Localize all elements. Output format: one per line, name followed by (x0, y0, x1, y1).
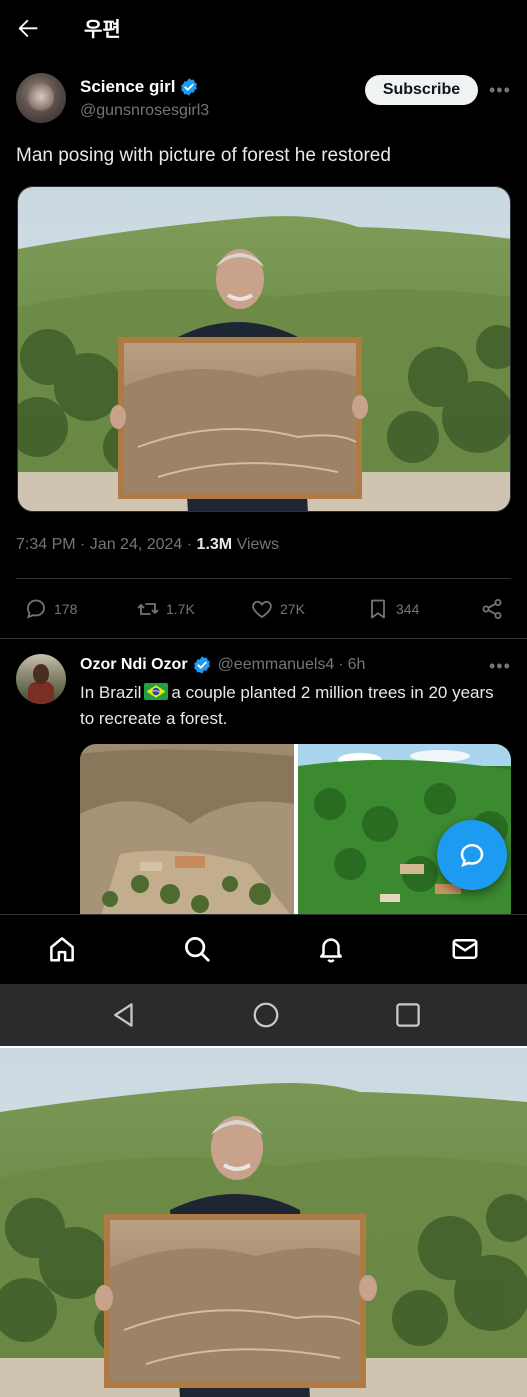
page-title: 우편 (84, 19, 121, 41)
views-label: Views (232, 536, 279, 553)
share-button[interactable] (480, 590, 504, 628)
like-count: 27K (280, 601, 305, 617)
forest-photo-image (18, 187, 510, 511)
recents-square-icon[interactable] (393, 1000, 423, 1030)
back-triangle-icon[interactable] (109, 1000, 139, 1030)
reply-text-end: a couple planted 2 million trees in 20 y… (80, 683, 494, 728)
bookmark-count: 344 (396, 601, 420, 617)
brazil-flag-icon (144, 683, 169, 700)
reply-header[interactable]: Ozor Ndi Ozor @eemmanuels4 · 6h (80, 655, 365, 675)
author-handle[interactable]: @gunsnrosesgirl3 (80, 102, 209, 120)
home-icon[interactable] (47, 934, 77, 964)
bottom-navigation (0, 914, 527, 984)
separator-dot: · (338, 656, 344, 673)
share-icon (482, 599, 502, 619)
reply-author-name[interactable]: Ozor Ndi Ozor (80, 656, 188, 674)
system-navigation-bar (0, 984, 527, 1046)
repost-count: 1.7K (166, 601, 195, 617)
repost-icon (137, 603, 159, 615)
more-horizontal-icon[interactable]: ••• (489, 80, 511, 101)
bookmark-button[interactable]: 344 (366, 590, 419, 628)
divider (16, 578, 511, 579)
author-name-row[interactable]: Science girl (80, 77, 199, 97)
reply-time[interactable]: 6h (348, 656, 366, 674)
verified-badge-icon (181, 78, 198, 96)
more-horizontal-icon[interactable]: ••• (489, 656, 511, 677)
arrow-left-icon[interactable] (14, 14, 42, 42)
reply-author-avatar[interactable] (16, 654, 66, 704)
tweet-time: 7:34 PM · Jan 24, 2024 · (16, 536, 197, 553)
divider (0, 638, 527, 639)
compose-reply-icon (460, 844, 484, 868)
app-screen: 우편 Science girl @gunsnrosesgirl3 Subscri… (0, 0, 527, 1046)
home-circle-icon[interactable] (251, 1000, 281, 1030)
reply-author-handle[interactable]: @eemmanuels4 (218, 656, 335, 674)
repost-button[interactable]: 1.7K (136, 590, 195, 628)
tweet-actions: 178 1.7K 27K 344 (0, 590, 527, 628)
bell-icon[interactable] (316, 934, 346, 964)
subscribe-button[interactable]: Subscribe (365, 75, 478, 105)
search-icon[interactable] (182, 934, 212, 964)
reply-button[interactable]: 178 (24, 590, 77, 628)
reply-count: 178 (54, 601, 78, 617)
tweet-text: Man posing with picture of forest he res… (16, 145, 391, 166)
compose-reply-button[interactable] (437, 820, 507, 890)
top-bar: 우편 (0, 0, 527, 54)
tweet-photo[interactable] (17, 186, 511, 512)
author-name[interactable]: Science girl (80, 77, 175, 97)
reply-text-start: In Brazil (80, 683, 142, 702)
like-button[interactable]: 27K (250, 590, 305, 628)
forest-photo-large (0, 1046, 527, 1397)
heart-icon (252, 600, 272, 619)
tweet-timestamp[interactable]: 7:34 PM · Jan 24, 2024 · 1.3M Views (16, 536, 279, 554)
forest-photo-large-image (0, 1048, 527, 1397)
mail-icon[interactable] (450, 934, 480, 964)
author-avatar[interactable] (16, 73, 66, 123)
bookmark-icon (371, 599, 385, 619)
comment-icon (27, 599, 45, 619)
reply-text: In Brazil a couple planted 2 million tre… (80, 680, 510, 732)
verified-badge-icon (193, 656, 210, 674)
views-count: 1.3M (196, 536, 233, 553)
